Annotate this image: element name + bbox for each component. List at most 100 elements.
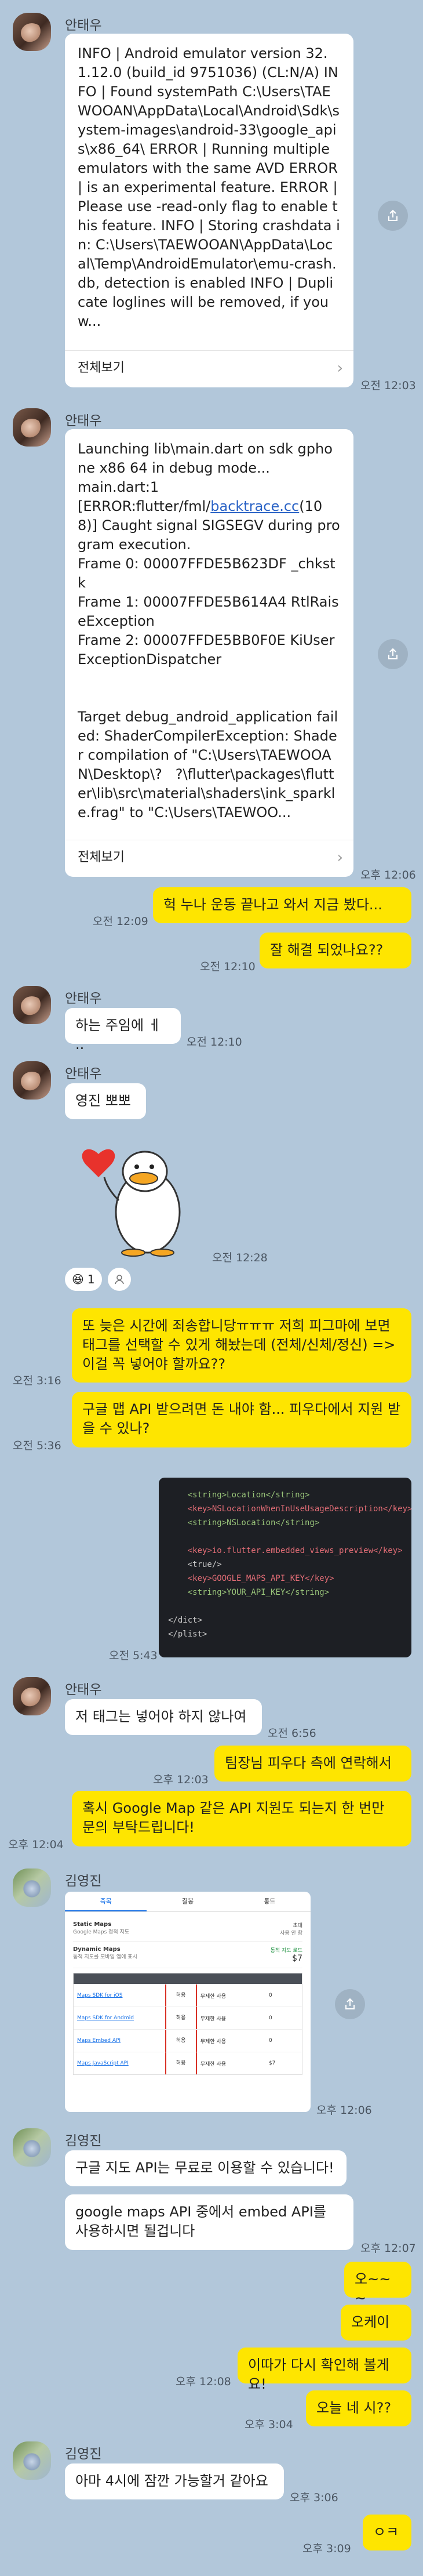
maps-pricing-screenshot[interactable]: 즉목 결봉 통드 Static Maps Google Maps 정적 지도 초…: [65, 1892, 311, 2112]
row-desc: Google Maps 정적 지도: [73, 1929, 130, 1935]
log-message-card[interactable]: INFO | Android emulator version 32.1.12.…: [65, 34, 353, 387]
timestamp: 오후 12:03: [153, 1773, 209, 1786]
table-cell: 무제한 사용: [200, 2061, 227, 2067]
my-message-bubble[interactable]: 오~~~: [344, 2262, 411, 2306]
timestamp: 오전 5:36: [13, 1439, 61, 1452]
message-bubble[interactable]: 아마 4시에 잠깐 가능할거 같아요: [65, 2463, 284, 2499]
message-bubble[interactable]: 저 태그는 넣어야 하지 않나여: [65, 1699, 262, 1735]
message-bubble[interactable]: 영진 뽀뽀: [65, 1083, 146, 1119]
table-row: Maps SDK for iOS 허용 무제한 사용 0: [74, 1984, 302, 2007]
message-bubble[interactable]: 구글 지도 API는 무료로 이용할 수 있습니다!: [65, 2150, 347, 2186]
row-name: Static Maps: [73, 1921, 112, 1928]
person-icon: [114, 1275, 124, 1285]
screenshot-tab: 통드: [264, 1897, 276, 1905]
my-message-bubble[interactable]: 또 늦은 시간에 죄송합니당ㅠㅠㅠ 저희 피그마에 보면 태그를 선택할 수 있…: [72, 1308, 411, 1383]
view-all-button[interactable]: 전체보기 ›: [65, 840, 353, 875]
my-message-bubble[interactable]: 팀장님 피우다 측에 연락해서: [214, 1746, 411, 1782]
code-line: </dict>: [168, 1616, 203, 1625]
code-line: </plist>: [168, 1630, 207, 1639]
sender-name: 김영진: [65, 1874, 102, 1889]
table-cell: $7: [268, 2060, 276, 2066]
timestamp: 오전 12:28: [212, 1251, 268, 1264]
row-name: Dynamic Maps: [73, 1946, 121, 1953]
my-message-bubble[interactable]: 이따가 다시 확인해 볼게요!: [238, 2348, 411, 2392]
avatar[interactable]: [13, 1061, 51, 1100]
message-bubble[interactable]: 하는 주임에 ㅔ ..: [65, 1008, 181, 1053]
row-desc: 동적 지도를 모바일 앱에 표시: [73, 1954, 137, 1960]
my-message-bubble[interactable]: ㅇㅋ: [363, 2515, 411, 2550]
avatar[interactable]: [13, 408, 51, 447]
avatar[interactable]: [13, 986, 51, 1024]
my-message-bubble[interactable]: 구글 맵 API 받으려면 돈 내야 함... 피우다에서 지원 받을 수 있나…: [72, 1392, 411, 1447]
screenshot-tab: 즉목: [65, 1892, 147, 1911]
table-cell: 허용: [165, 1984, 197, 2007]
share-icon: [388, 209, 398, 221]
table-cell: 허용: [165, 2030, 197, 2052]
row-value: 동적 지도 로드: [270, 1948, 302, 1954]
sender-name: 김영진: [65, 2134, 102, 2149]
table-cell: Maps JavaScript API: [77, 2060, 129, 2066]
table-row: Maps SDK for Android 허용 무제한 사용 0: [74, 2007, 302, 2029]
reaction-emoji: 😆: [72, 1272, 84, 1286]
code-line: <key>io.flutter.embedded_views_preview</…: [168, 1546, 403, 1555]
table-cell: 무제한 사용: [200, 2038, 227, 2045]
timestamp: 오후 12:08: [176, 2375, 231, 2388]
chevron-right-icon: ›: [337, 849, 343, 866]
reaction-count: 1: [87, 1272, 95, 1286]
my-message-bubble[interactable]: 혹시 Google Map 같은 API 지원도 되는지 한 번만 문의 부탁드…: [72, 1791, 411, 1846]
timestamp: 오후 3:06: [290, 2491, 338, 2504]
share-icon: [345, 1998, 355, 2009]
timestamp: 오전 3:16: [13, 1374, 61, 1387]
timestamp: 오전 5:43: [109, 1649, 158, 1662]
my-message-bubble[interactable]: 잘 해결 되었나요??: [260, 933, 411, 968]
avatar[interactable]: [13, 1677, 51, 1715]
sender-name: 안태우: [65, 18, 102, 33]
sender-name: 안태우: [65, 1682, 102, 1697]
timestamp: 오전 12:03: [360, 379, 416, 392]
duck-sticker[interactable]: [75, 1137, 209, 1258]
screenshot-table: Maps SDK for iOS 허용 무제한 사용 0 Maps SDK for An…: [73, 1973, 302, 2075]
share-button[interactable]: [378, 201, 408, 231]
view-all-button[interactable]: 전체보기 ›: [65, 350, 353, 386]
timestamp: 오전 6:56: [268, 1727, 316, 1740]
share-button[interactable]: [335, 1989, 365, 2019]
table-cell: 허용: [165, 2052, 197, 2074]
code-screenshot-image[interactable]: <string>Location</string> <key>NSLocatio…: [159, 1478, 411, 1657]
row-value: $7: [292, 1954, 302, 1963]
table-cell: Maps SDK for iOS: [77, 1993, 123, 1998]
table-cell: 무제한 사용: [200, 2016, 227, 2022]
table-cell: Maps SDK for Android: [77, 2015, 134, 2021]
duck-sticker-icon: [82, 1149, 181, 1257]
reaction-members-button[interactable]: [107, 1268, 131, 1291]
view-all-label: 전체보기: [78, 361, 125, 375]
avatar[interactable]: [13, 13, 51, 51]
my-message-bubble[interactable]: 오늘 네 시??: [306, 2390, 411, 2426]
log-text: INFO | Android emulator version 32.1.12.…: [78, 45, 342, 329]
log-text: Launching lib\main.dart on sdk gphone x8…: [65, 429, 353, 840]
sender-name: 안태우: [65, 991, 102, 1006]
sender-name: 김영진: [65, 2447, 102, 2462]
sender-name: 안태우: [65, 413, 102, 429]
my-message-bubble[interactable]: 오케이: [341, 2305, 411, 2341]
share-button[interactable]: [378, 639, 408, 669]
table-cell: 허용: [165, 2007, 197, 2029]
timestamp: 오전 12:10: [200, 960, 256, 973]
screenshot-row: Dynamic Maps 동적 지도를 모바일 앱에 표시 동적 지도 로드 $…: [73, 1942, 302, 1968]
reaction-pill[interactable]: 😆 1: [65, 1268, 102, 1291]
timestamp: 오전 12:10: [187, 1036, 242, 1048]
avatar[interactable]: [13, 2128, 51, 2167]
timestamp: 오후 3:04: [245, 2418, 293, 2431]
screenshot-tab: 결봉: [181, 1897, 194, 1905]
message-bubble[interactable]: google maps API 중에서 embed API를 사용하시면 될겁니…: [65, 2194, 353, 2250]
log-message-card[interactable]: Launching lib\main.dart on sdk gphone x8…: [65, 429, 353, 877]
avatar[interactable]: [13, 2441, 51, 2480]
log-text-part: (108)] Caught signal SIGSEGV during prog…: [78, 498, 340, 821]
avatar[interactable]: [13, 1868, 51, 1907]
code-line: <string>YOUR_API_KEY</string>: [168, 1588, 330, 1597]
my-message-bubble[interactable]: 헉 누나 운동 끝나고 와서 지금 봤다...: [153, 887, 411, 923]
backtrace-link[interactable]: backtrace.cc: [210, 498, 299, 514]
table-row: Maps Embed API 허용 무제한 사용 0: [74, 2029, 302, 2052]
timestamp: 오후 12:04: [8, 1838, 64, 1851]
screenshot-row: Static Maps Google Maps 정적 지도 초대 사용 안 함: [73, 1917, 302, 1942]
table-cell: 0: [268, 2015, 272, 2021]
